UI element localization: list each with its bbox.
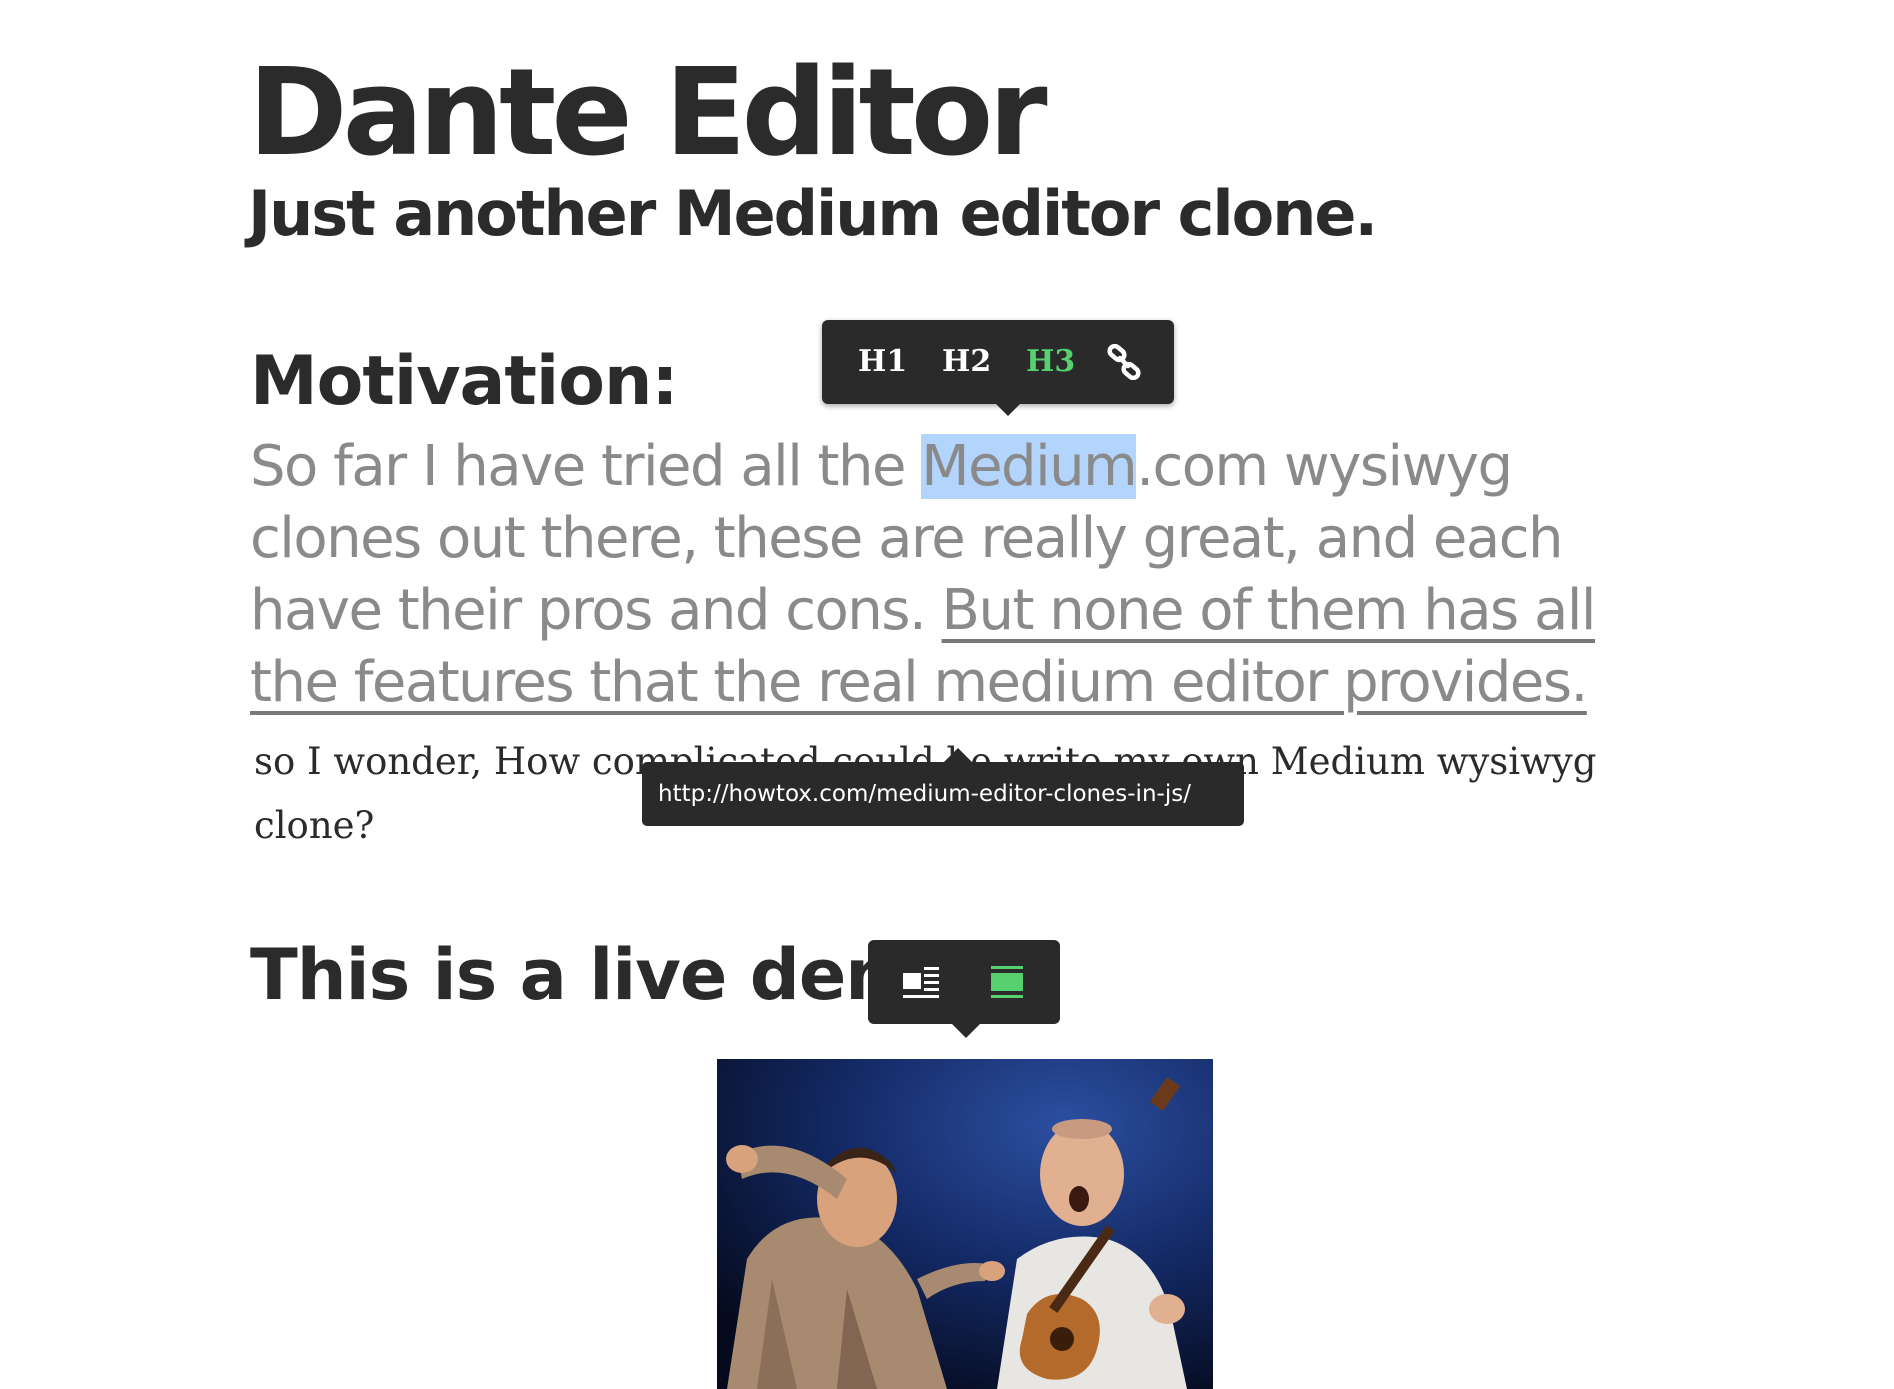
selected-text[interactable]: Medium bbox=[921, 434, 1138, 499]
lead-text-before: So far I have tried all the bbox=[250, 434, 922, 499]
demo-image[interactable] bbox=[717, 1059, 1213, 1389]
h1-button[interactable]: H1 bbox=[858, 338, 907, 386]
h2-button[interactable]: H2 bbox=[942, 338, 991, 386]
motivation-lead-paragraph[interactable]: So far I have tried all the Medium.com w… bbox=[250, 431, 1670, 719]
align-left-wrap-icon[interactable] bbox=[902, 964, 940, 1000]
image-toolbar bbox=[868, 940, 1060, 1038]
link-tooltip[interactable]: http://howtox.com/medium-editor-clones-i… bbox=[642, 748, 1244, 826]
h3-button[interactable]: H3 bbox=[1026, 338, 1075, 386]
page-subtitle: Just another Medium editor clone. bbox=[248, 177, 1378, 250]
link-icon[interactable] bbox=[1106, 343, 1142, 392]
demo-heading[interactable]: This is a live dem bbox=[250, 934, 918, 1016]
motivation-heading[interactable]: Motivation: bbox=[250, 342, 679, 421]
full-width-icon[interactable] bbox=[988, 964, 1026, 1000]
format-toolbar: H1 H2 H3 bbox=[822, 320, 1174, 416]
page-title: Dante Editor bbox=[248, 44, 1048, 183]
